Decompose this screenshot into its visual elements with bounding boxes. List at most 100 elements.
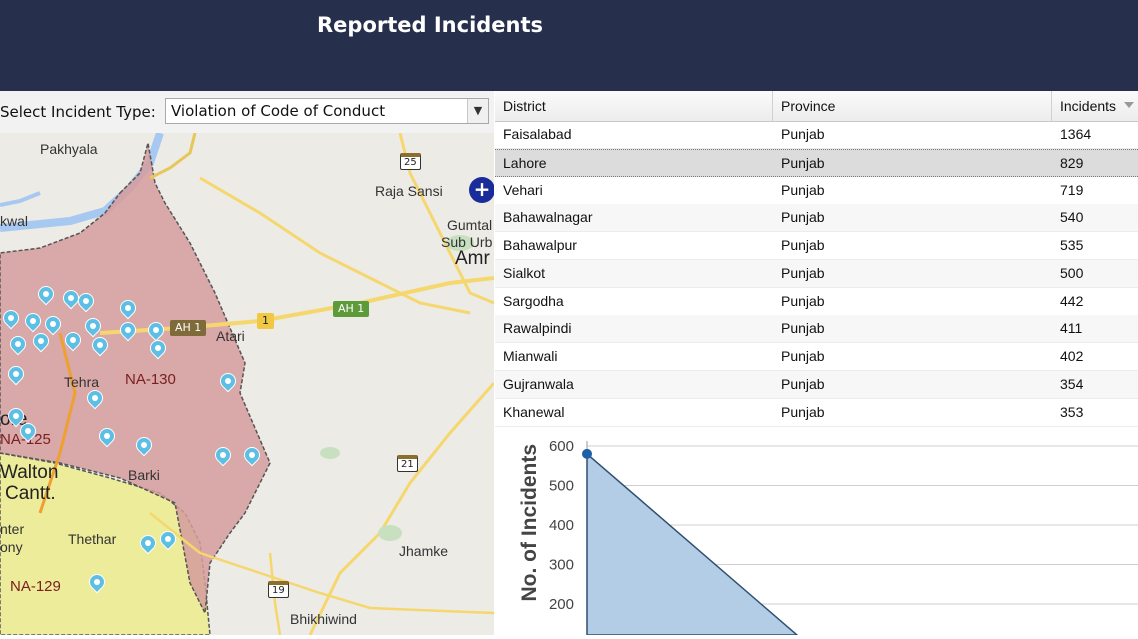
map-label-gumtal: Gumtal bbox=[447, 217, 493, 233]
table-cell-district: Rawalpindi bbox=[503, 320, 572, 337]
incident-pin[interactable] bbox=[34, 282, 58, 308]
table-row[interactable]: Rawalpindi Punjab 411 bbox=[495, 315, 1138, 344]
column-header-label: District bbox=[503, 98, 546, 114]
incidents-table: District Province Incidents Faisalabad Pu… bbox=[495, 91, 1138, 427]
column-header-label: Incidents bbox=[1060, 98, 1117, 114]
table-cell-district: Sargodha bbox=[503, 292, 564, 309]
incident-pin[interactable] bbox=[240, 443, 264, 469]
incident-pin[interactable] bbox=[95, 424, 119, 450]
route-shield-25: 25 bbox=[400, 153, 421, 170]
table-cell-district: Bahawalpur bbox=[503, 237, 577, 253]
table-row[interactable]: Mianwali Punjab 402 bbox=[495, 343, 1138, 371]
route-shield-21: 21 bbox=[397, 455, 418, 472]
incident-pin[interactable] bbox=[61, 328, 85, 354]
incident-pin[interactable] bbox=[211, 443, 235, 469]
table-row[interactable]: Faisalabad Punjab 1364 bbox=[495, 121, 1138, 149]
route-badge-ah1-east: AH 1 bbox=[333, 301, 370, 317]
incident-type-label: Select Incident Type: bbox=[0, 103, 156, 121]
chevron-down-icon[interactable]: ▼ bbox=[467, 99, 488, 123]
table-row[interactable]: Bahawalpur Punjab 535 bbox=[495, 232, 1138, 260]
incident-pin[interactable] bbox=[116, 296, 140, 322]
column-header-province[interactable]: Province bbox=[773, 91, 1052, 121]
table-cell-district: Mianwali bbox=[503, 348, 558, 364]
table-cell-province: Punjab bbox=[781, 209, 825, 226]
column-header-incidents[interactable]: Incidents bbox=[1052, 91, 1138, 121]
incident-pin[interactable] bbox=[16, 419, 40, 445]
incident-pin[interactable] bbox=[88, 333, 112, 359]
table-header: District Province Incidents bbox=[495, 91, 1138, 122]
table-row[interactable]: Vehari Punjab 719 bbox=[495, 177, 1138, 205]
table-row[interactable]: Lahore Punjab 829 bbox=[495, 148, 1138, 177]
incidents-chart: No. of Incidents 600 500 400 300 200 bbox=[495, 427, 1138, 636]
incident-pin[interactable] bbox=[6, 332, 30, 358]
table-row[interactable]: Bahawalnagar Punjab 540 bbox=[495, 204, 1138, 233]
column-header-district[interactable]: District bbox=[495, 91, 773, 121]
chart-y-tick-label: 400 bbox=[549, 517, 574, 534]
incident-pin[interactable] bbox=[85, 570, 109, 596]
map-label-pakhyala: Pakhyala bbox=[40, 141, 98, 157]
incident-pin[interactable] bbox=[116, 318, 140, 344]
map-label-barki: Barki bbox=[128, 467, 160, 483]
sort-descending-icon[interactable] bbox=[1124, 102, 1134, 108]
table-row[interactable]: Khanewal Punjab 353 bbox=[495, 399, 1138, 427]
incident-map[interactable]: Pakhyala Raja Sansi Gumtal Sub Urb Amr k… bbox=[0, 133, 494, 635]
table-cell-incidents: 719 bbox=[1060, 181, 1084, 198]
table-row[interactable]: Gujranwala Punjab 354 bbox=[495, 370, 1138, 399]
table-cell-incidents: 402 bbox=[1060, 348, 1084, 364]
table-cell-province: Punjab bbox=[781, 320, 825, 337]
route-badge-ah1-west: AH 1 bbox=[170, 320, 207, 336]
table-cell-district: Lahore bbox=[503, 154, 547, 171]
table-cell-province: Punjab bbox=[781, 126, 825, 142]
incident-pin[interactable] bbox=[156, 527, 180, 553]
chart-data-point[interactable] bbox=[582, 448, 592, 459]
table-cell-district: Khanewal bbox=[503, 403, 565, 420]
chart-y-tick-label: 500 bbox=[549, 478, 574, 495]
table-cell-district: Faisalabad bbox=[503, 126, 572, 142]
map-panel: Select Incident Type: Violation of Code … bbox=[0, 91, 494, 635]
table-cell-incidents: 535 bbox=[1060, 237, 1084, 253]
map-label-tehra: Tehra bbox=[64, 374, 100, 390]
table-cell-incidents: 442 bbox=[1060, 292, 1084, 309]
chart-y-tick-label: 300 bbox=[549, 557, 574, 574]
table-cell-incidents: 354 bbox=[1060, 375, 1084, 392]
table-cell-province: Punjab bbox=[781, 237, 825, 253]
map-label-atari: Atari bbox=[216, 328, 245, 344]
chart-y-tick-label: 600 bbox=[549, 438, 574, 455]
table-cell-district: Bahawalnagar bbox=[503, 209, 593, 226]
incident-pin[interactable] bbox=[83, 386, 107, 412]
incident-pin[interactable] bbox=[74, 289, 98, 315]
map-label-amritsar: Amr bbox=[455, 248, 490, 269]
page-title: Reported Incidents bbox=[317, 13, 544, 37]
incident-pin[interactable] bbox=[132, 433, 156, 459]
table-cell-incidents: 353 bbox=[1060, 403, 1084, 420]
incident-pin[interactable] bbox=[216, 369, 240, 395]
incident-pin[interactable] bbox=[21, 309, 45, 335]
table-cell-incidents: 1364 bbox=[1060, 126, 1092, 142]
park bbox=[320, 447, 340, 459]
table-row[interactable]: Sialkot Punjab 500 bbox=[495, 259, 1138, 288]
chart-area-series bbox=[586, 452, 800, 636]
map-label-bhikhiwind: Bhikhiwind bbox=[290, 611, 357, 627]
table-cell-province: Punjab bbox=[781, 292, 825, 309]
chart-y-tick-label: 200 bbox=[549, 596, 574, 613]
map-label-cantt: Cantt. bbox=[5, 483, 56, 504]
table-cell-district: Sialkot bbox=[503, 264, 546, 281]
route-badge-1: 1 bbox=[257, 313, 274, 329]
incident-pin[interactable] bbox=[136, 531, 160, 557]
map-label-jhamke: Jhamke bbox=[399, 543, 449, 559]
map-label-colony: ony bbox=[0, 539, 23, 555]
column-header-label: Province bbox=[781, 98, 836, 114]
table-row[interactable]: Sargodha Punjab 442 bbox=[495, 288, 1138, 316]
incident-type-select[interactable]: Violation of Code of Conduct ▼ bbox=[165, 98, 489, 124]
table-cell-province: Punjab bbox=[781, 154, 825, 171]
incident-pin[interactable] bbox=[4, 362, 28, 388]
incident-pin[interactable] bbox=[29, 329, 53, 355]
chart-plot: 600 500 400 300 200 bbox=[549, 438, 1138, 636]
incident-pin[interactable] bbox=[146, 336, 170, 362]
zoom-in-button[interactable]: + bbox=[469, 177, 494, 203]
table-cell-province: Punjab bbox=[781, 403, 825, 420]
constituency-label-na-129: NA-129 bbox=[10, 578, 61, 595]
route-shield-19: 19 bbox=[268, 581, 289, 598]
app-header: Reported Incidents bbox=[0, 0, 1138, 91]
incident-pin[interactable] bbox=[0, 306, 23, 332]
